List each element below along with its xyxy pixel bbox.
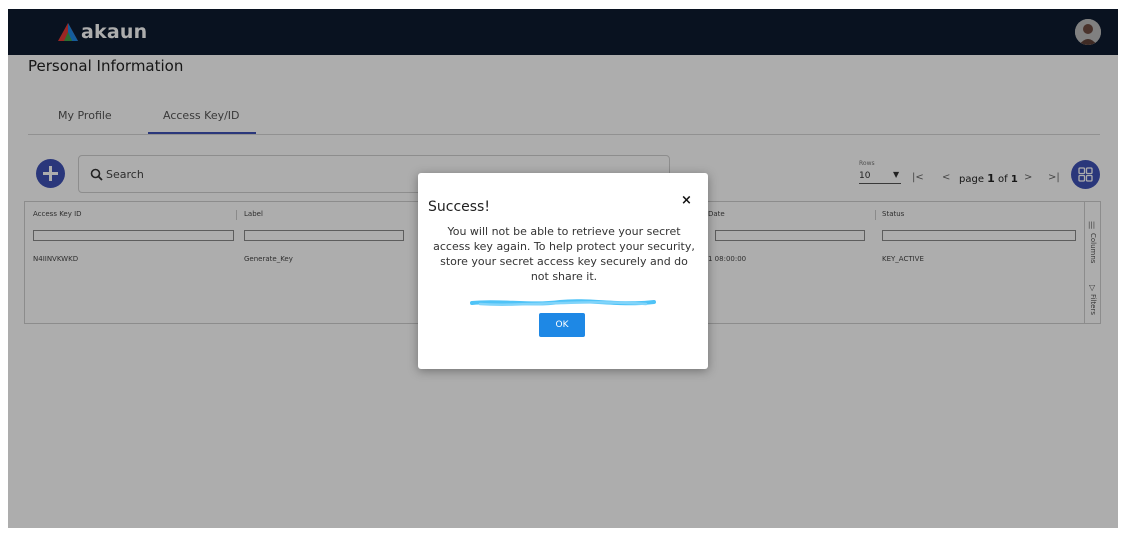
dialog-message: You will not be able to retrieve your se… (433, 225, 695, 283)
redacted-key-scribble (470, 299, 656, 306)
app-frame: akaun Personal Information My Profile Ac… (8, 9, 1118, 528)
ok-button[interactable]: OK (539, 313, 585, 337)
dialog-title: Success! (428, 199, 490, 215)
success-dialog: Success! × You will not be able to retri… (418, 173, 708, 369)
close-icon[interactable]: × (681, 193, 692, 208)
